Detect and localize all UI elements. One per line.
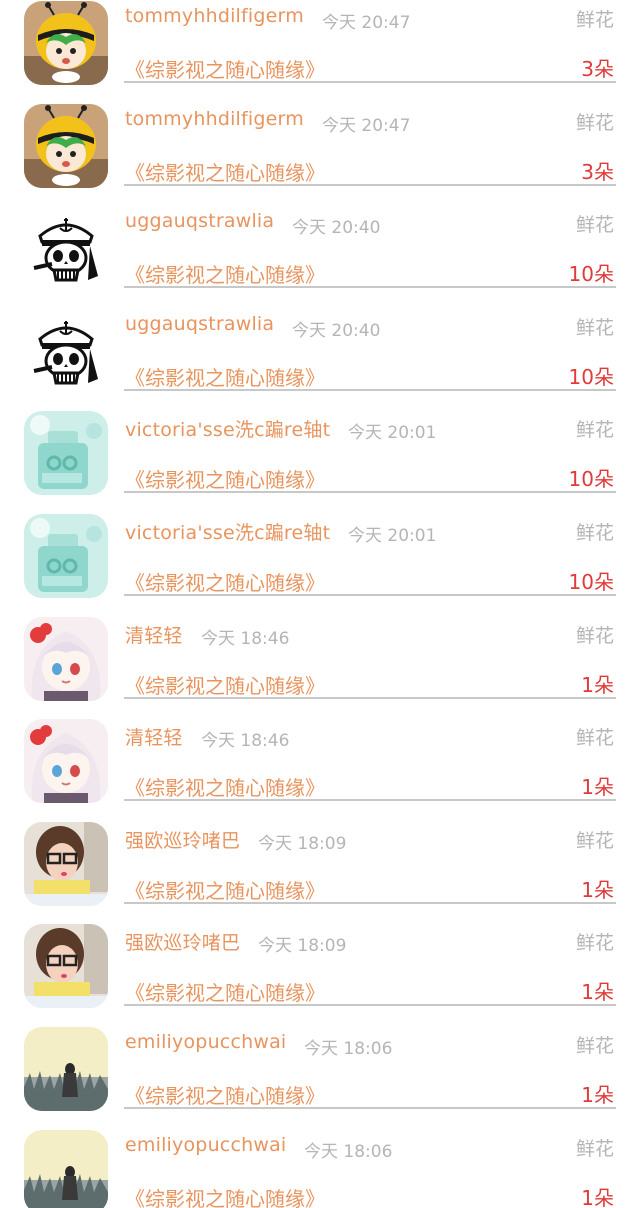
gift-type: 鲜花	[575, 1034, 614, 1057]
gift-type: 鲜花	[575, 1137, 614, 1160]
timestamp: 今天 18:06	[304, 1038, 393, 1059]
field-girl-avatar[interactable]	[24, 1026, 108, 1111]
timestamp: 今天 20:40	[292, 218, 381, 239]
username[interactable]: emiliyopucchwai	[125, 1134, 286, 1156]
list-item[interactable]: victoria'sse洗c蹁re轴t 今天 20:01 鲜花 《综影视之随心随…	[0, 389, 640, 496]
sailor-skull-avatar[interactable]	[24, 206, 108, 291]
gift-count: 3朵	[581, 159, 614, 184]
username[interactable]: uggauqstrawlia	[125, 313, 274, 335]
timestamp: 今天 18:46	[201, 731, 290, 752]
glasses-girl-avatar[interactable]	[24, 821, 108, 906]
book-title[interactable]: 《综影视之随心随缘》	[125, 772, 325, 801]
gift-type: 鲜花	[575, 829, 614, 852]
gift-count: 1朵	[581, 877, 614, 902]
book-title[interactable]: 《综影视之随心随缘》	[125, 362, 325, 391]
username[interactable]: tommyhhdilfigerm	[125, 108, 304, 130]
list-item[interactable]: 强欧巡玲啫巴 今天 18:09 鲜花 《综影视之随心随缘》 1朵	[0, 902, 640, 1009]
list-item[interactable]: tommyhhdilfigerm 今天 20:47 鲜花 《综影视之随心随缘》 …	[0, 82, 640, 188]
gift-count: 1朵	[581, 672, 614, 697]
anime-girl-avatar[interactable]	[24, 719, 108, 804]
username[interactable]: 清轻轻	[125, 723, 183, 750]
gift-count: 10朵	[568, 262, 614, 287]
glasses-girl-avatar[interactable]	[24, 924, 108, 1009]
username[interactable]: uggauqstrawlia	[125, 210, 274, 232]
gift-count: 1朵	[581, 775, 614, 800]
gift-count: 1朵	[581, 1082, 614, 1107]
timestamp: 今天 18:46	[201, 628, 290, 649]
timestamp: 今天 18:06	[304, 1141, 393, 1162]
list-item[interactable]: emiliyopucchwai 今天 18:06 鲜花 《综影视之随心随缘》 1…	[0, 1108, 640, 1208]
gift-type: 鲜花	[575, 316, 614, 339]
timestamp: 今天 20:40	[292, 320, 381, 341]
gift-count: 10朵	[568, 467, 614, 492]
book-title[interactable]: 《综影视之随心随缘》	[125, 1183, 325, 1208]
timestamp: 今天 20:01	[348, 525, 437, 546]
list-item[interactable]: victoria'sse洗c蹁re轴t 今天 20:01 鲜花 《综影视之随心随…	[0, 492, 640, 598]
gift-record-screen: tommyhhdilfigerm 今天 20:47 鲜花 《综影视之随心随缘》 …	[0, 0, 640, 1208]
timestamp: 今天 20:01	[348, 423, 437, 444]
field-girl-avatar[interactable]	[24, 1129, 108, 1208]
gift-type: 鲜花	[575, 419, 614, 442]
gift-count: 10朵	[568, 364, 614, 389]
book-title[interactable]: 《综影视之随心随缘》	[125, 1080, 325, 1109]
gift-count: 1朵	[581, 980, 614, 1005]
gift-type: 鲜花	[575, 521, 614, 544]
gift-list[interactable]: tommyhhdilfigerm 今天 20:47 鲜花 《综影视之随心随缘》 …	[0, 0, 640, 1208]
book-title[interactable]: 《综影视之随心随缘》	[125, 464, 325, 493]
sailor-skull-avatar[interactable]	[24, 308, 108, 393]
list-item[interactable]: 清轻轻 今天 18:46 鲜花 《综影视之随心随缘》 1朵	[0, 595, 640, 701]
gift-type: 鲜花	[575, 9, 614, 31]
book-title[interactable]: 《综影视之随心随缘》	[125, 54, 325, 83]
book-title[interactable]: 《综影视之随心随缘》	[125, 670, 325, 699]
book-title[interactable]: 《综影视之随心随缘》	[125, 977, 325, 1006]
book-title[interactable]: 《综影视之随心随缘》	[125, 567, 325, 596]
list-item[interactable]: uggauqstrawlia 今天 20:40 鲜花 《综影视之随心随缘》 10…	[0, 287, 640, 393]
list-item[interactable]: 强欧巡玲啫巴 今天 18:09 鲜花 《综影视之随心随缘》 1朵	[0, 800, 640, 906]
username[interactable]: 强欧巡玲啫巴	[125, 826, 240, 853]
gift-type: 鲜花	[575, 932, 614, 955]
bee-cartoon-avatar[interactable]	[24, 1, 108, 85]
bee-cartoon-avatar[interactable]	[24, 103, 108, 188]
timestamp: 今天 20:47	[322, 13, 411, 33]
book-title[interactable]: 《综影视之随心随缘》	[125, 259, 325, 288]
gift-type: 鲜花	[575, 624, 614, 647]
username[interactable]: 强欧巡玲啫巴	[125, 928, 240, 955]
gift-count: 10朵	[568, 569, 614, 594]
list-item[interactable]: emiliyopucchwai 今天 18:06 鲜花 《综影视之随心随缘》 1…	[0, 1005, 640, 1111]
list-item[interactable]: tommyhhdilfigerm 今天 20:47 鲜花 《综影视之随心随缘》 …	[0, 0, 640, 85]
gift-type: 鲜花	[575, 214, 614, 237]
username[interactable]: 清轻轻	[125, 621, 183, 648]
timestamp: 今天 20:47	[322, 115, 411, 136]
timestamp: 今天 18:09	[258, 833, 347, 854]
gift-count: 3朵	[581, 57, 614, 81]
username[interactable]: emiliyopucchwai	[125, 1031, 286, 1053]
anime-girl-avatar[interactable]	[24, 616, 108, 701]
book-title[interactable]: 《综影视之随心随缘》	[125, 875, 325, 904]
username[interactable]: victoria'sse洗c蹁re轴t	[125, 415, 330, 442]
book-title[interactable]: 《综影视之随心随缘》	[125, 157, 325, 186]
glass-bottle-avatar[interactable]	[24, 411, 108, 496]
list-item[interactable]: uggauqstrawlia 今天 20:40 鲜花 《综影视之随心随缘》 10…	[0, 184, 640, 291]
list-item[interactable]: 清轻轻 今天 18:46 鲜花 《综影视之随心随缘》 1朵	[0, 697, 640, 804]
glass-bottle-avatar[interactable]	[24, 513, 108, 598]
gift-type: 鲜花	[575, 111, 614, 134]
username[interactable]: tommyhhdilfigerm	[125, 5, 304, 27]
timestamp: 今天 18:09	[258, 936, 347, 957]
gift-count: 1朵	[581, 1185, 614, 1208]
username[interactable]: victoria'sse洗c蹁re轴t	[125, 518, 330, 545]
gift-type: 鲜花	[575, 727, 614, 750]
